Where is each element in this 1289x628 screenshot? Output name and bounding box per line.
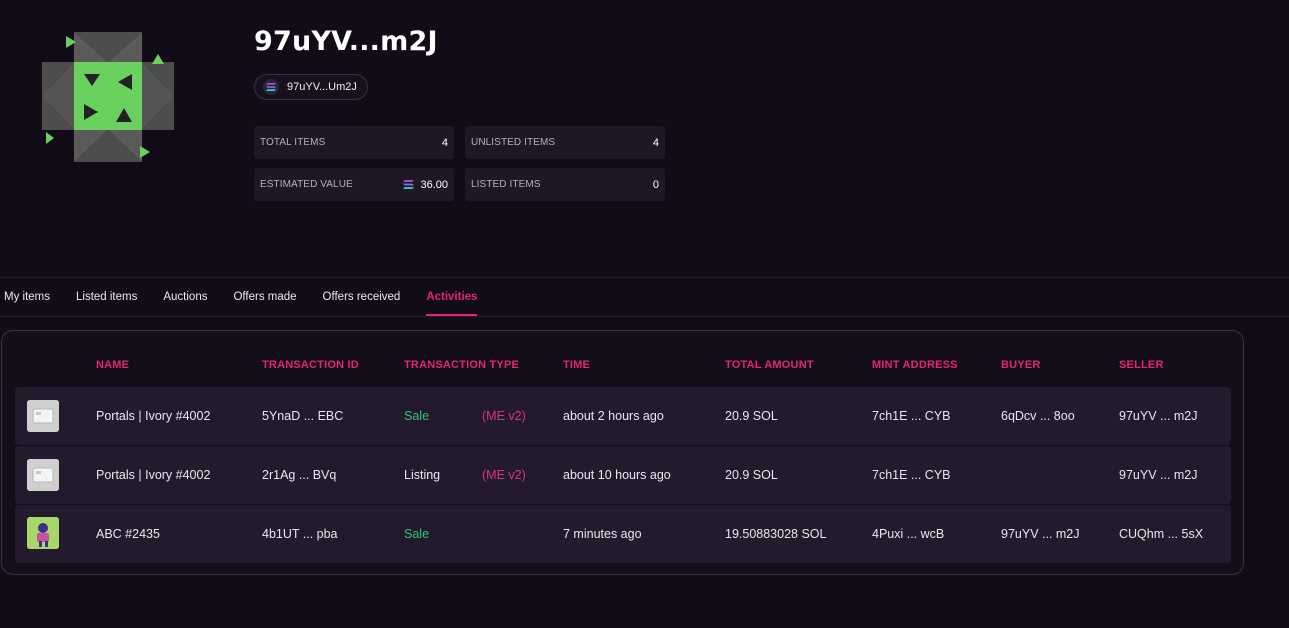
stat-value: 4 [652, 136, 659, 149]
row-transaction-type: Sale [404, 527, 430, 541]
row-buyer[interactable]: 6qDcv ... 8oo [1001, 409, 1075, 423]
column-header-transaction-id: TRANSACTION ID [262, 359, 359, 371]
row-name[interactable]: Portals | Ivory #4002 [96, 409, 210, 423]
column-header-mint-address: MINT ADDRESS [872, 359, 958, 371]
tab-my-items[interactable]: My items [4, 279, 50, 316]
row-marketplace: (ME v2) [482, 468, 526, 482]
row-name[interactable]: ABC #2435 [96, 527, 160, 541]
wallet-address-text: 97uYV...Um2J [287, 81, 357, 93]
row-buyer[interactable]: 97uYV ... m2J [1001, 527, 1080, 541]
stat-label: TOTAL ITEMS [260, 137, 326, 148]
stat-estimated-value: ESTIMATED VALUE 36.00 [254, 168, 454, 201]
ivory-card-thumb [27, 459, 59, 491]
row-amount: 19.50883028 SOL [725, 527, 827, 541]
tabs-top-divider [0, 277, 1289, 278]
tab-offers-made[interactable]: Offers made [233, 279, 296, 316]
row-name[interactable]: Portals | Ivory #4002 [96, 468, 210, 482]
stat-listed-items: LISTED ITEMS 0 [465, 168, 665, 201]
row-seller[interactable]: CUQhm ... 5sX [1119, 527, 1203, 541]
stat-label: LISTED ITEMS [471, 179, 541, 190]
stat-value-wrap: 36.00 [403, 179, 448, 191]
profile-title: 97uYV...m2J [254, 26, 438, 57]
stat-value: 0 [652, 178, 659, 191]
row-transaction-id[interactable]: 2r1Ag ... BVq [262, 468, 336, 482]
column-header-buyer: BUYER [1001, 359, 1041, 371]
row-transaction-id[interactable]: 5YnaD ... EBC [262, 409, 343, 423]
column-header-seller: SELLER [1119, 359, 1164, 371]
row-seller[interactable]: 97uYV ... m2J [1119, 409, 1198, 423]
row-amount: 20.9 SOL [725, 468, 778, 482]
tab-auctions[interactable]: Auctions [163, 279, 207, 316]
column-header-total-amount: TOTAL AMOUNT [725, 359, 814, 371]
table-row[interactable]: ABC #2435 4b1UT ... pba Sale 7 minutes a… [15, 505, 1231, 563]
solana-icon [263, 79, 279, 95]
stat-value: 4 [441, 136, 448, 149]
ivory-card-thumb [27, 400, 59, 432]
column-header-time: TIME [563, 359, 591, 371]
tab-listed-items[interactable]: Listed items [76, 279, 137, 316]
tabs-bottom-divider [0, 316, 1289, 317]
wallet-address-chip[interactable]: 97uYV...Um2J [254, 74, 368, 100]
row-marketplace: (ME v2) [482, 409, 526, 423]
column-header-transaction-type: TRANSACTION TYPE [404, 359, 520, 371]
stat-value: 36.00 [420, 178, 448, 191]
tab-activities[interactable]: Activities [426, 279, 478, 316]
row-mint-address[interactable]: 7ch1E ... CYB [872, 409, 951, 423]
column-header-name: NAME [96, 359, 130, 371]
row-transaction-type: Sale [404, 409, 430, 423]
row-mint-address[interactable]: 4Puxi ... wcB [872, 527, 944, 541]
profile-tabs: My items Listed items Auctions Offers ma… [0, 279, 503, 316]
row-transaction-type: Listing [404, 468, 441, 482]
row-time: about 2 hours ago [563, 409, 664, 423]
abc-nft-thumb [27, 517, 59, 549]
stat-unlisted-items: UNLISTED ITEMS 4 [465, 126, 665, 159]
stat-label: ESTIMATED VALUE [260, 179, 353, 190]
row-mint-address[interactable]: 7ch1E ... CYB [872, 468, 951, 482]
row-amount: 20.9 SOL [725, 409, 778, 423]
solana-icon [403, 180, 415, 189]
table-row[interactable]: Portals | Ivory #4002 2r1Ag ... BVq List… [15, 446, 1231, 504]
stat-label: UNLISTED ITEMS [471, 137, 556, 148]
row-time: 7 minutes ago [563, 527, 642, 541]
tab-offers-received[interactable]: Offers received [323, 279, 401, 316]
row-time: about 10 hours ago [563, 468, 671, 482]
row-transaction-id[interactable]: 4b1UT ... pba [262, 527, 338, 541]
row-seller[interactable]: 97uYV ... m2J [1119, 468, 1198, 482]
stat-total-items: TOTAL ITEMS 4 [254, 126, 454, 159]
table-row[interactable]: Portals | Ivory #4002 5YnaD ... EBC Sale… [15, 387, 1231, 445]
profile-avatar [40, 30, 176, 164]
